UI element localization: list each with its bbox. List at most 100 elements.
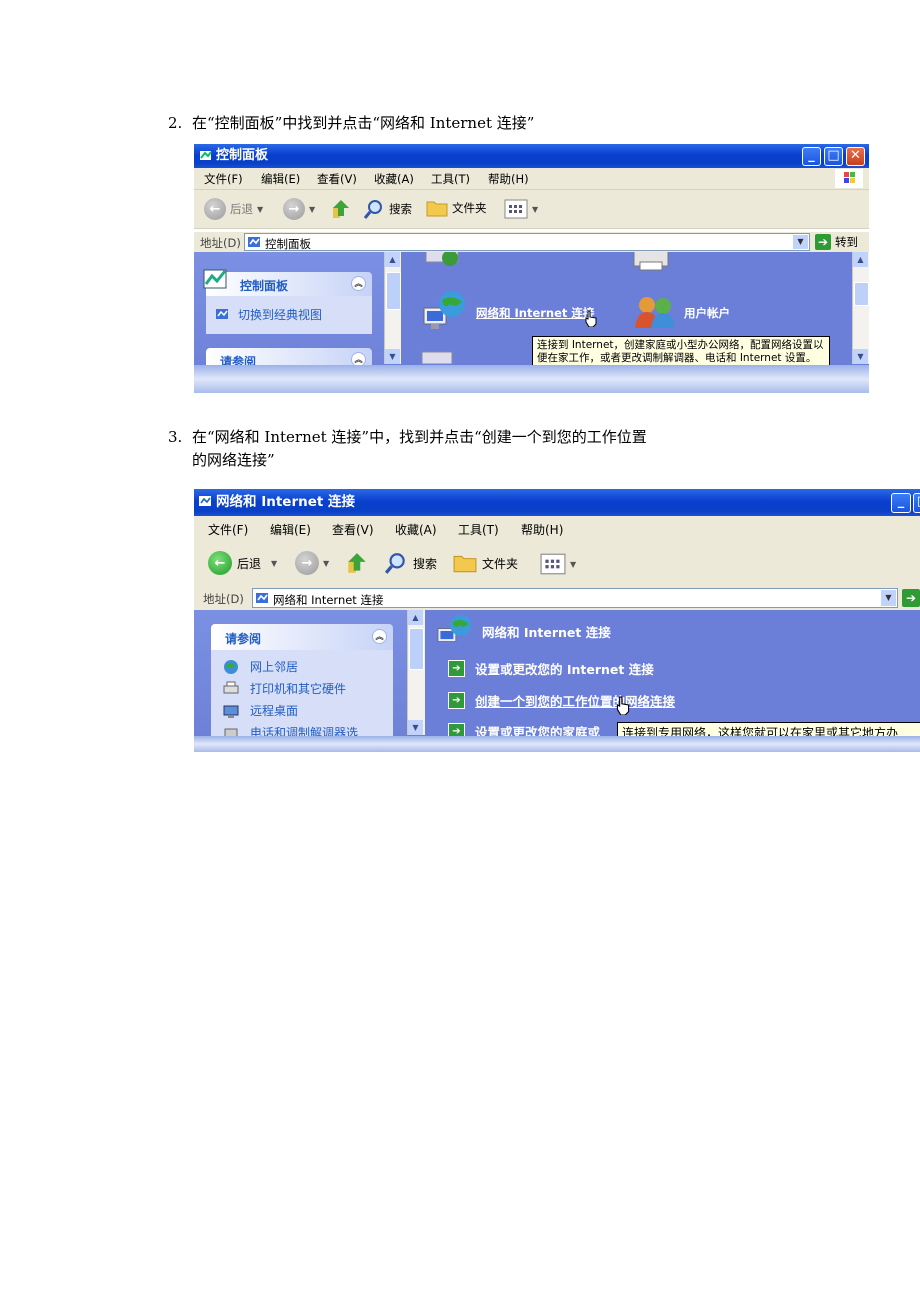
task-link-create-work-connection[interactable]: 创建一个到您的工作位置的网络连接 [475,691,675,710]
back-button[interactable]: ← 后退 ▼ [204,198,263,220]
search-label: 搜索 [413,556,438,571]
panel-body: 切换到经典视图 [206,296,372,334]
content-area: 控制面板 ︽ 切换到经典视图 请参阅 ︽ ▲ ▼ 网络和 Internet 连接… [194,252,869,393]
menu-favorites[interactable]: 收藏(A) [395,521,437,538]
up-folder-icon[interactable] [331,198,351,220]
category-user-accounts[interactable]: 用户帐户 [684,305,730,321]
network-places-icon [224,660,238,674]
menu-edit[interactable]: 编辑(E) [270,521,311,538]
folders-button[interactable]: 文件夹 [453,552,518,574]
minimize-button[interactable]: _ [802,147,821,166]
folder-icon [453,555,477,573]
control-panel-icon [200,151,212,160]
address-input[interactable]: 控制面板 ▼ [244,233,810,251]
scroll-up-icon[interactable]: ▲ [385,252,400,267]
scroll-thumb[interactable] [409,628,424,670]
menu-help[interactable]: 帮助(H) [521,521,563,538]
forward-button[interactable]: → ▼ [283,198,315,220]
control-panel-icon [203,269,227,289]
menu-edit[interactable]: 编辑(E) [261,171,300,187]
back-arrow-icon: ← [204,198,226,220]
see-also-link[interactable]: 远程桌面 [250,702,298,719]
menu-favorites[interactable]: 收藏(A) [374,171,414,187]
toolbar: ← 后退 ▼ → ▼ 搜索 文件夹 ▼ [194,190,869,229]
search-button[interactable]: 搜索 [384,551,437,575]
search-label: 搜索 [389,202,412,216]
search-button[interactable]: 搜索 [363,198,412,220]
hand-cursor-icon [585,310,597,327]
folder-icon [426,201,448,217]
address-value: 网络和 Internet 连接 [273,593,384,607]
title-bar[interactable]: 网络和 Internet 连接 _ □ [194,489,920,516]
task-link[interactable]: 设置或更改您的 Internet 连接 [475,659,654,678]
go-arrow-icon: ➔ [815,234,831,250]
address-dropdown-icon[interactable]: ▼ [793,235,808,249]
scroll-down-icon[interactable]: ▼ [385,349,400,364]
menu-view[interactable]: 查看(V) [317,171,357,187]
collapse-icon[interactable]: ︽ [372,629,387,644]
step-text: 在“控制面板”中找到并点击“网络和 Internet 连接” [192,114,535,132]
menu-file[interactable]: 文件(F) [208,521,248,538]
menu-help[interactable]: 帮助(H) [488,171,529,187]
step-2: 2. 在“控制面板”中找到并点击“网络和 Internet 连接” [168,112,534,135]
network-connections-icon[interactable] [422,290,468,332]
see-also-link[interactable]: 网上邻居 [250,658,298,675]
up-folder-icon[interactable] [346,551,368,575]
folders-button[interactable]: 文件夹 [426,198,487,218]
chevron-down-icon: ▼ [532,204,539,214]
scroll-down-icon[interactable]: ▼ [853,349,868,364]
minimize-button[interactable]: _ [891,493,911,513]
user-accounts-icon[interactable] [631,294,679,330]
address-input[interactable]: 网络和 Internet 连接 ▼ [252,588,898,608]
misc-icon [421,351,453,364]
panel-header-see-also[interactable]: 请参阅 ︽ [211,624,393,650]
task-item[interactable]: ➔ 设置或更改您的 Internet 连接 [448,659,654,678]
back-button[interactable]: ← 后退 ▼ [208,551,277,575]
maximize-button[interactable]: □ [913,493,920,513]
chevron-down-icon: ▼ [309,204,316,214]
scroll-thumb[interactable] [386,272,401,310]
scroll-up-icon[interactable]: ▲ [408,610,423,625]
address-label: 地址(D) [203,592,244,606]
menu-tools[interactable]: 工具(T) [431,171,470,187]
task-arrow-icon: ➔ [448,660,465,677]
views-button[interactable]: ▼ [504,199,538,219]
scroll-down-icon[interactable]: ▼ [408,720,423,735]
hand-cursor-icon [616,696,630,715]
content-scrollbar[interactable]: ▲ ▼ [852,252,869,364]
task-item[interactable]: ➔ 创建一个到您的工作位置的网络连接 [448,691,675,710]
address-dropdown-icon[interactable]: ▼ [881,590,896,606]
menu-tools[interactable]: 工具(T) [458,521,499,538]
close-button[interactable]: ✕ [846,147,865,166]
menu-view[interactable]: 查看(V) [332,521,374,538]
collapse-icon[interactable]: ︽ [351,276,366,291]
windows-logo-icon [835,169,863,188]
scroll-thumb[interactable] [854,282,869,306]
network-folder-icon [256,593,268,603]
views-button[interactable]: ▼ [540,553,576,575]
switch-classic-view-link[interactable]: 切换到经典视图 [238,306,322,323]
task-pane: 请参阅 ︽ 网上邻居 打印机和其它硬件 远程桌面 电话和调制解调器选 [194,610,407,752]
panel-title: 控制面板 [240,279,289,293]
panel-header-control-panel[interactable]: 控制面板 ︽ [203,269,372,296]
appearance-icon [425,252,459,266]
maximize-button[interactable]: □ [824,147,843,166]
title-bar[interactable]: 控制面板 _ □ ✕ [194,144,869,168]
folders-label: 文件夹 [482,556,519,571]
category-network[interactable]: 网络和 Internet 连接 [476,305,594,321]
task-pane-scrollbar[interactable]: ▲ ▼ [384,252,401,364]
see-also-link[interactable]: 打印机和其它硬件 [250,680,346,697]
go-button[interactable]: ➔ 转到 [815,234,858,250]
menu-file[interactable]: 文件(F) [204,171,243,187]
go-button[interactable]: ➔ [902,589,920,607]
switch-view-icon [216,309,228,319]
panel-title: 请参阅 [225,632,262,646]
go-label: 转到 [835,235,858,249]
forward-button[interactable]: → ▼ [295,551,329,575]
desktop-background [194,736,920,752]
scroll-up-icon[interactable]: ▲ [853,252,868,267]
task-pane-scrollbar[interactable]: ▲ ▼ [407,610,425,735]
back-label: 后退 [230,202,253,216]
step-number: 3. [168,428,183,446]
task-arrow-icon: ➔ [448,692,465,709]
